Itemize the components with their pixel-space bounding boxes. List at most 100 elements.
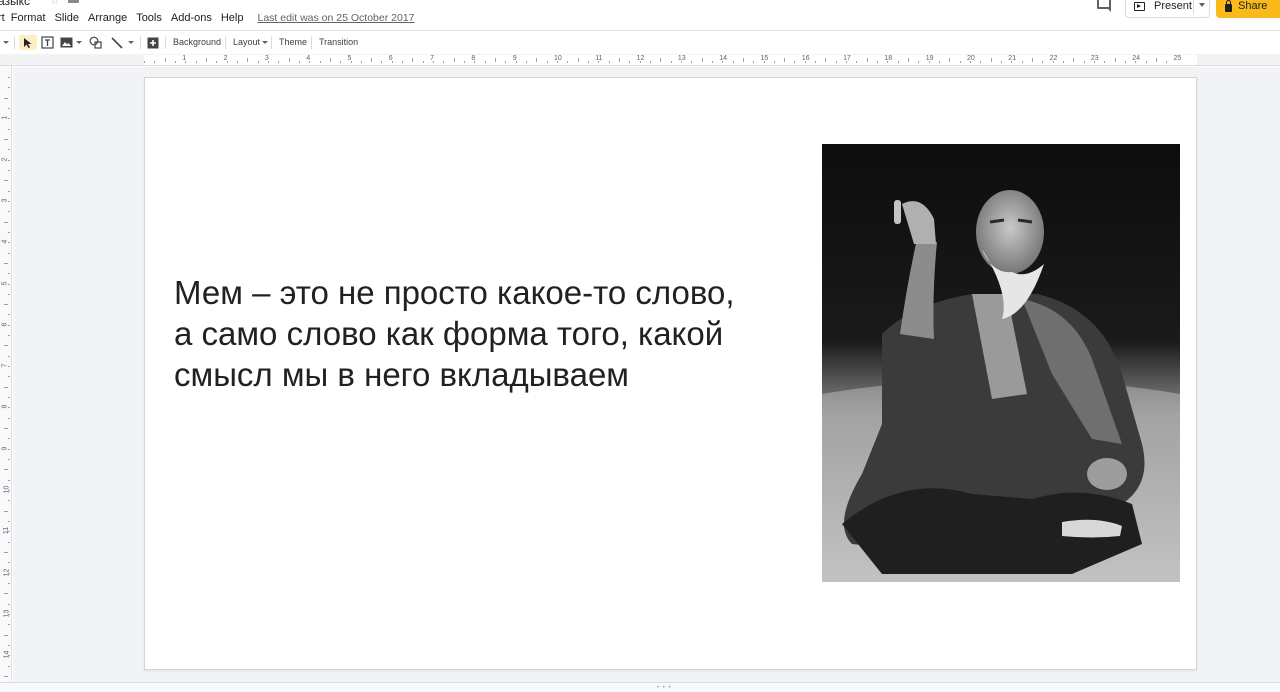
ruler-tick xyxy=(660,58,662,62)
ruler-tick xyxy=(804,61,806,63)
ruler-tick xyxy=(825,58,827,62)
ruler-tick xyxy=(4,180,8,182)
slide[interactable]: Мем – это не просто какое-то слово, а са… xyxy=(144,77,1197,670)
ruler-tick xyxy=(1083,61,1085,63)
folder-icon[interactable] xyxy=(68,0,79,3)
vertical-ruler[interactable]: 1 2 3 4 5 6 7 8 9 10 11 12 13 14 xyxy=(0,66,12,682)
ruler-tick xyxy=(8,603,10,605)
image-icon[interactable] xyxy=(60,35,82,50)
menu-add-ons[interactable]: Add-ons xyxy=(171,12,212,24)
ruler-tick xyxy=(959,61,961,63)
ruler-tick xyxy=(8,644,10,646)
ruler-tick xyxy=(587,61,589,63)
menu-help[interactable]: Help xyxy=(221,12,244,24)
ruler-tick xyxy=(433,61,435,63)
slide-text-box[interactable]: Мем – это не просто какое-то слово, а са… xyxy=(174,272,814,395)
ruler-tick xyxy=(1000,61,1002,63)
ruler-tick xyxy=(8,665,10,667)
layout-label: Layout xyxy=(233,37,261,47)
ruler-tick xyxy=(691,61,693,63)
ruler-tick xyxy=(8,459,10,461)
ruler-tick xyxy=(360,61,362,63)
drag-handle-icon[interactable]: • • • xyxy=(657,685,672,691)
ruler-tick xyxy=(629,61,631,63)
share-button[interactable]: Share xyxy=(1216,0,1280,18)
ruler-tick xyxy=(205,58,207,62)
ruler-tick xyxy=(226,61,228,63)
slide-canvas: Мем – это не просто какое-то слово, а са… xyxy=(13,67,1280,682)
ruler-tick xyxy=(4,428,8,430)
ruler-tick xyxy=(1031,58,1033,62)
theme-button[interactable]: Theme xyxy=(279,37,307,47)
slide-text-line: а само слово как форма того, какой xyxy=(174,315,724,352)
star-icon[interactable]: ☆ xyxy=(50,0,60,7)
ruler-tick xyxy=(319,61,321,63)
ruler-tick xyxy=(8,531,10,533)
ruler-tick xyxy=(515,61,517,63)
menu-tools[interactable]: Tools xyxy=(136,12,162,24)
speaker-notes-divider[interactable]: • • • xyxy=(0,682,1280,692)
horizontal-ruler[interactable]: 1 2 3 4 5 6 7 8 9 10 11 12 13 14 15 16 17 18 19 20 21 22 23 24 2… xyxy=(0,54,1280,66)
textbox-icon[interactable] xyxy=(40,35,55,50)
slide-photo[interactable] xyxy=(822,144,1180,582)
ruler-tick xyxy=(866,58,868,62)
ruler-tick xyxy=(4,675,8,677)
ruler-tick xyxy=(8,118,10,120)
ruler-tick xyxy=(1124,61,1126,63)
ruler-tick xyxy=(4,593,8,595)
present-button[interactable]: Present xyxy=(1125,0,1210,18)
ruler-tick xyxy=(887,61,889,63)
ruler-tick xyxy=(8,479,10,481)
menu-arrange[interactable]: Arrange xyxy=(88,12,127,24)
ruler-tick xyxy=(1104,61,1106,63)
ruler-tick xyxy=(402,61,404,63)
add-comment-icon[interactable] xyxy=(146,35,160,50)
ruler-tick xyxy=(980,61,982,63)
toolbar-divider xyxy=(225,36,226,49)
ruler-tick xyxy=(8,376,10,378)
comment-icon[interactable] xyxy=(1097,0,1111,12)
toolbar-divider xyxy=(311,36,312,49)
ruler-tick xyxy=(815,61,817,63)
cursor-icon[interactable] xyxy=(19,35,37,50)
layout-button[interactable]: Layout xyxy=(233,37,269,47)
ruler-tick xyxy=(4,551,8,553)
ruler-tick xyxy=(216,61,218,63)
ruler-tick xyxy=(567,61,569,63)
ruler-tick xyxy=(608,61,610,63)
ruler-tick xyxy=(8,355,10,357)
ruler-tick xyxy=(8,613,10,615)
last-edit-link[interactable]: Last edit was on 25 October 2017 xyxy=(257,12,414,24)
menu-insert[interactable]: rt xyxy=(0,12,5,24)
ruler-tick xyxy=(856,61,858,63)
ruler-tick xyxy=(722,61,724,63)
ruler-tick xyxy=(4,138,8,140)
document-title[interactable]: азыкс xyxy=(0,0,30,8)
line-icon[interactable] xyxy=(109,35,135,50)
slide-text-line: смысл мы в него вкладываем xyxy=(174,356,629,393)
ruler-tick xyxy=(536,58,538,62)
ruler-tick xyxy=(8,324,10,326)
menu-format[interactable]: Format xyxy=(11,12,46,24)
menu-slide[interactable]: Slide xyxy=(55,12,79,24)
ruler-tick xyxy=(1011,61,1013,63)
ruler-tick xyxy=(897,61,899,63)
transition-button[interactable]: Transition xyxy=(319,37,358,47)
ruler-tick xyxy=(412,58,414,62)
ruler-tick xyxy=(8,128,10,130)
ruler-tick xyxy=(288,58,290,62)
ruler-tick xyxy=(8,335,10,337)
ruler-tick xyxy=(598,61,600,63)
toolbar-divider xyxy=(165,36,166,49)
chevron-down-icon[interactable] xyxy=(2,35,10,50)
ruler-tick xyxy=(174,61,176,63)
ruler-tick xyxy=(680,61,682,63)
ruler-tick xyxy=(8,655,10,657)
present-label: Present xyxy=(1154,0,1192,12)
shape-icon[interactable] xyxy=(88,35,102,50)
ruler-tick xyxy=(8,77,10,78)
chevron-down-icon[interactable] xyxy=(1199,3,1205,7)
ruler-tick xyxy=(1042,61,1044,63)
background-button[interactable]: Background xyxy=(173,37,221,47)
ruler-tick xyxy=(8,520,10,522)
